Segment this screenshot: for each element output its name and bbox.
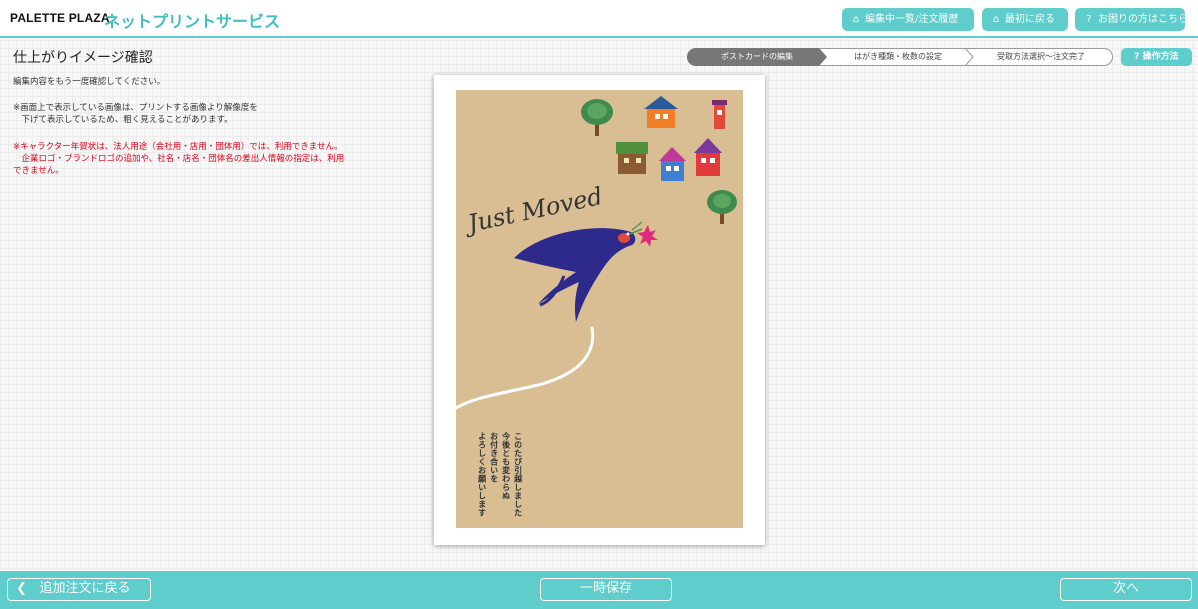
preview-frame: Just Moved このたび引越しました 今後とも変わらぬ お付き合いを よろ…: [434, 75, 765, 545]
resolution-note: ※画面上で表示している画像は、プリントする画像より解像度を 下げて表示しているた…: [13, 103, 258, 125]
question-icon: ?: [1086, 14, 1092, 25]
next-button[interactable]: 次へ: [1060, 578, 1192, 601]
flight-trail: [456, 326, 595, 410]
footer: ❮ 追加注文に戻る 一時保存 次へ: [0, 571, 1198, 609]
step-edit-postcard: ポストカードの編集: [687, 48, 827, 66]
home-icon: ⌂: [992, 14, 1000, 25]
house-icon: [616, 142, 648, 174]
postcard-illustration: Just Moved: [456, 96, 737, 410]
step-card-settings: はがき種類・枚数の設定: [854, 52, 942, 61]
how-to-use-button[interactable]: ? 操作方法: [1121, 48, 1192, 66]
card-message-line: 今後とも変わらぬ: [501, 432, 511, 500]
service-title: ネットプリントサービス: [104, 12, 281, 31]
home-icon: ⌂: [852, 14, 860, 25]
back-to-start-button[interactable]: ⌂ 最初に戻る: [982, 8, 1068, 31]
step-receive-order: 受取方法選択～注文完了: [997, 52, 1085, 61]
house-icon: [712, 100, 727, 129]
back-to-additional-order-button[interactable]: ❮ 追加注文に戻る: [7, 578, 151, 601]
progress-steps: ポストカードの編集 はがき種類・枚数の設定 受取方法選択～注文完了: [687, 48, 1113, 66]
temporary-save-button[interactable]: 一時保存: [540, 578, 672, 601]
brand-logo[interactable]: PALETTE PLAZA: [10, 11, 110, 25]
tree-icon: [707, 190, 737, 224]
question-icon: ?: [1134, 52, 1140, 62]
house-icon: [659, 147, 686, 181]
chevron-left-icon: ❮: [16, 581, 27, 596]
confirm-note: 編集内容をもう一度確認してください。: [13, 77, 166, 87]
help-contact-button[interactable]: ? お困りの方はこちら: [1075, 8, 1188, 31]
swallow-icon: [514, 221, 658, 322]
header: PALETTE PLAZA ネットプリントサービス ⌂ 編集中一覧/注文履歴 ⌂ 最…: [0, 0, 1198, 38]
card-message-line: このたび引越しました: [513, 432, 523, 517]
postcard-preview: Just Moved このたび引越しました 今後とも変わらぬ お付き合いを よろ…: [456, 90, 743, 528]
page-title: 仕上がりイメージ確認: [13, 50, 153, 66]
house-icon: [694, 138, 722, 176]
character-usage-warning: ※キャラクター年賀状は、法人用途（会社用・店用・団体用）では、利用できません。 …: [13, 142, 345, 176]
edit-list-history-button[interactable]: ⌂ 編集中一覧/注文履歴: [842, 8, 974, 31]
tree-icon: [581, 99, 613, 136]
house-icon: [644, 96, 678, 128]
card-message-line: お付き合いを: [489, 432, 499, 483]
card-message-line: よろしくお願いします: [477, 432, 487, 517]
